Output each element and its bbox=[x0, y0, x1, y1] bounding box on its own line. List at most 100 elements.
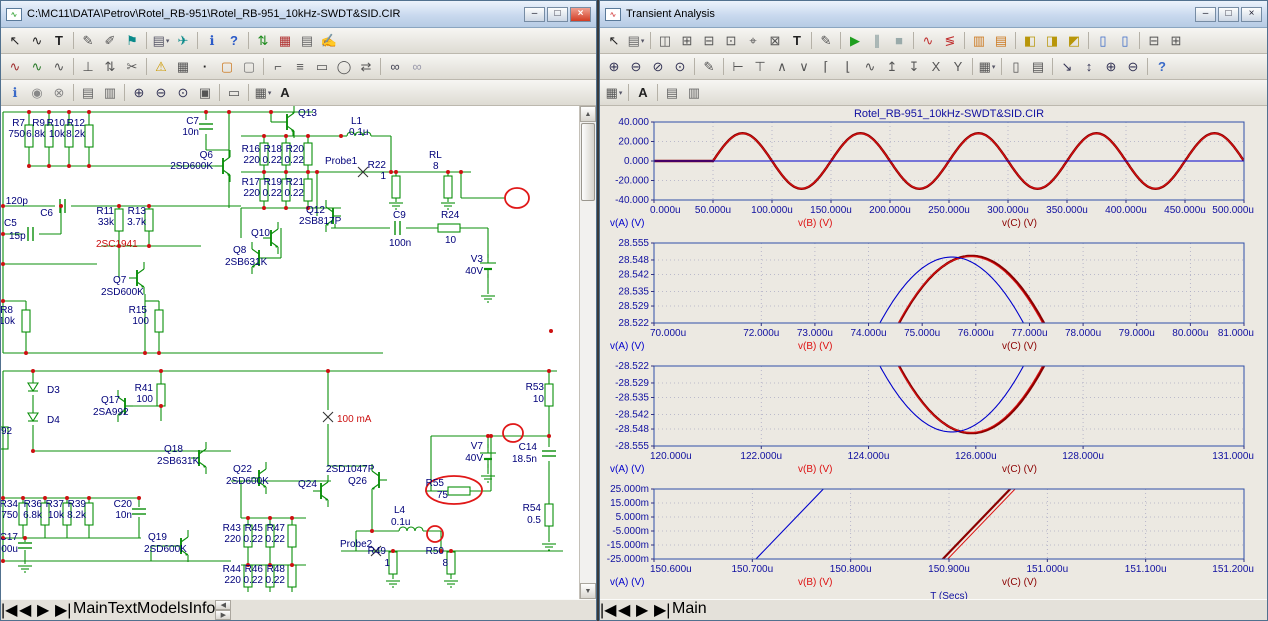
copy-view-button[interactable]: ▤ bbox=[77, 82, 99, 103]
component-diode-v[interactable] bbox=[28, 413, 38, 421]
pause-button[interactable]: ∥ bbox=[866, 30, 888, 51]
tag-tool[interactable]: ⊠ bbox=[764, 30, 786, 51]
component-cap-v[interactable] bbox=[542, 451, 556, 456]
translate-button[interactable]: ⇅ bbox=[252, 30, 274, 51]
zoom-in-button[interactable]: ⊕ bbox=[603, 56, 625, 77]
warnings-toggle[interactable]: ⚠ bbox=[150, 56, 172, 77]
component-res-v[interactable] bbox=[545, 384, 553, 406]
waveform-plot-area[interactable]: Rotel_RB-951_10kHz-SWDT&SID.CIR0.000u50.… bbox=[600, 106, 1267, 599]
component-res-v[interactable] bbox=[444, 176, 452, 198]
component-res-v[interactable] bbox=[288, 565, 296, 587]
close-button[interactable]: × bbox=[1241, 7, 1262, 22]
component-res-h[interactable] bbox=[438, 224, 460, 232]
limits-edit-button[interactable]: ✎ bbox=[698, 56, 720, 77]
component-res-v[interactable] bbox=[22, 310, 30, 332]
optimizer-button[interactable]: ▥ bbox=[968, 30, 990, 51]
two-pane-button[interactable]: ◨ bbox=[1041, 30, 1063, 51]
step-down-button[interactable]: ◉ bbox=[26, 82, 48, 103]
find-button[interactable]: ∞ bbox=[384, 56, 406, 77]
find-next-button[interactable]: ∞ bbox=[406, 56, 428, 77]
font-button[interactable]: A bbox=[274, 82, 296, 103]
low-button[interactable]: ⌊ bbox=[837, 56, 859, 77]
analysis-limits-button[interactable]: ∿ bbox=[917, 30, 939, 51]
run-button[interactable]: ▶ bbox=[844, 30, 866, 51]
pages-button[interactable]: ▯ bbox=[1005, 56, 1027, 77]
component-diode-v[interactable] bbox=[28, 383, 38, 391]
box-select-button[interactable]: ▭ bbox=[311, 56, 333, 77]
close-button[interactable]: × bbox=[570, 7, 591, 22]
zoom-fit-button[interactable]: ⊘ bbox=[647, 56, 669, 77]
component-gnd[interactable] bbox=[481, 296, 495, 302]
scroll-down-button[interactable]: ▼ bbox=[580, 583, 596, 599]
component-res-v[interactable] bbox=[392, 176, 400, 198]
tab-models[interactable]: Models bbox=[137, 600, 189, 620]
help-mode-button[interactable]: ? bbox=[223, 30, 245, 51]
last-page-button[interactable]: ▶| bbox=[654, 600, 672, 620]
tab-text[interactable]: Text bbox=[108, 600, 137, 620]
stepping-button[interactable]: ≶ bbox=[939, 30, 961, 51]
component-gnd[interactable] bbox=[389, 203, 403, 209]
prev-page-button[interactable]: ◀ bbox=[19, 600, 37, 620]
copy-pane-button[interactable]: ▤ bbox=[661, 82, 683, 103]
select-tool[interactable]: ↖ bbox=[4, 30, 26, 51]
go-to-x-button[interactable]: X bbox=[925, 56, 947, 77]
info-button[interactable]: ℹ bbox=[201, 30, 223, 51]
scroll-left-button[interactable]: ◀ bbox=[215, 600, 231, 610]
plot-pane-1[interactable]: Rotel_RB-951_10kHz-SWDT&SID.CIR0.000u50.… bbox=[600, 106, 1256, 232]
branch-currents-toggle[interactable]: ∿ bbox=[48, 56, 70, 77]
plot-pane-4[interactable]: 150.600u150.700u150.800u150.900u151.000u… bbox=[600, 483, 1256, 603]
component-bjt[interactable] bbox=[215, 150, 230, 182]
grid-style-dropdown[interactable]: ▦▾ bbox=[603, 82, 625, 103]
grid-style-dropdown[interactable]: ▦▾ bbox=[252, 82, 274, 103]
blank-page-button[interactable]: ▢ bbox=[238, 56, 260, 77]
component-res-v[interactable] bbox=[85, 125, 93, 147]
font-button[interactable]: A bbox=[632, 82, 654, 103]
component-res-v[interactable] bbox=[304, 143, 312, 165]
scope-window-3[interactable]: ⊟ bbox=[698, 30, 720, 51]
zoom-box-button[interactable]: ⊙ bbox=[669, 56, 691, 77]
bottom-button[interactable]: ↧ bbox=[903, 56, 925, 77]
horizontal-cursor-button[interactable]: ⊢ bbox=[727, 56, 749, 77]
scroll-track[interactable] bbox=[580, 202, 596, 583]
pencil-tool[interactable]: ✎ bbox=[815, 30, 837, 51]
component-res-v[interactable] bbox=[545, 504, 553, 526]
dot-junctions-toggle[interactable]: · bbox=[194, 56, 216, 77]
component-cap-v[interactable] bbox=[132, 509, 146, 514]
plot-page-2-button[interactable]: ▯ bbox=[1114, 30, 1136, 51]
zoom-out-alt-button[interactable]: ⊖ bbox=[1122, 56, 1144, 77]
image-box-button[interactable]: ▭ bbox=[223, 82, 245, 103]
scroll-up-button[interactable]: ▲ bbox=[580, 106, 596, 122]
component-gnd[interactable] bbox=[444, 581, 458, 587]
inflection-button[interactable]: ∿ bbox=[859, 56, 881, 77]
prev-page-button[interactable]: ◀ bbox=[618, 600, 636, 620]
minimize-button[interactable]: – bbox=[1195, 7, 1216, 22]
first-page-button[interactable]: |◀ bbox=[600, 600, 618, 620]
plot-pane-3[interactable]: 120.000u122.000u124.000u126.000u128.000u… bbox=[600, 360, 1256, 478]
scroll-thumb[interactable] bbox=[581, 123, 595, 201]
grid-toggle[interactable]: ▦ bbox=[172, 56, 194, 77]
component-gnd[interactable] bbox=[386, 581, 400, 587]
component-gnd[interactable] bbox=[542, 544, 556, 550]
bill-of-materials-button[interactable]: ▦ bbox=[274, 30, 296, 51]
flag-tool[interactable]: ⚑ bbox=[121, 30, 143, 51]
component-res-v[interactable] bbox=[85, 503, 93, 525]
circle-select-button[interactable]: ◯ bbox=[333, 56, 355, 77]
node-voltages-toggle[interactable]: ∿ bbox=[26, 56, 48, 77]
tab-info[interactable]: Info bbox=[189, 600, 216, 620]
polygon-tool[interactable]: ✐ bbox=[99, 30, 121, 51]
valley-button[interactable]: ∨ bbox=[793, 56, 815, 77]
component-res-h[interactable] bbox=[448, 487, 470, 495]
zoom-percent-button[interactable]: ⊙ bbox=[172, 82, 194, 103]
wire-tool[interactable]: ∿ bbox=[26, 30, 48, 51]
clipboard-dropdown[interactable]: ▤▾ bbox=[625, 30, 647, 51]
camera-button[interactable]: ▣ bbox=[194, 82, 216, 103]
schematic-canvas[interactable]: R7750R96.8kR1010kR128.2kC710nQ62SD600KQ1… bbox=[1, 106, 579, 599]
component-res-v[interactable] bbox=[115, 209, 123, 231]
plot-page-1-button[interactable]: ▯ bbox=[1092, 30, 1114, 51]
properties-button[interactable]: ≡ bbox=[289, 56, 311, 77]
text-tool[interactable]: T bbox=[48, 30, 70, 51]
component-res-v[interactable] bbox=[288, 525, 296, 547]
zoom-out-button[interactable]: ⊖ bbox=[150, 82, 172, 103]
component-res-v[interactable] bbox=[155, 310, 163, 332]
plot-pane-2[interactable]: 70.000u72.000u73.000u74.000u75.000u76.00… bbox=[600, 237, 1256, 355]
